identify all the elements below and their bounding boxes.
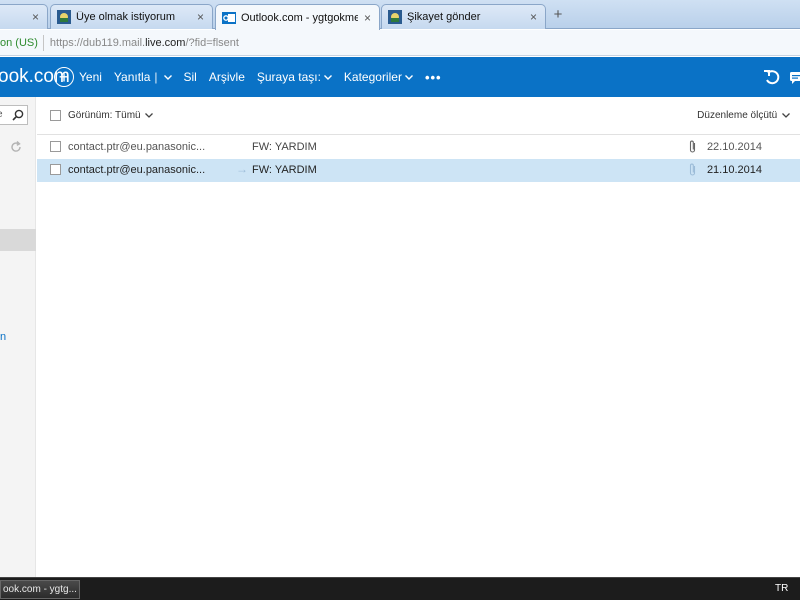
- search-text: e: [0, 109, 3, 120]
- message-date: 21.10.2014: [706, 164, 762, 176]
- move-to-button[interactable]: Şuraya taşı:: [257, 57, 332, 97]
- certificate-label[interactable]: on (US): [0, 37, 38, 49]
- view-filter-label: Görünüm: Tümü: [68, 110, 141, 121]
- chevron-down-icon: [782, 113, 790, 118]
- search-input[interactable]: e: [0, 105, 28, 125]
- reply-label: Yanıtla: [113, 70, 151, 84]
- search-icon[interactable]: [12, 109, 24, 121]
- tab-title: Üye olmak istiyorum: [76, 11, 176, 23]
- attachment-icon: [689, 140, 696, 153]
- sort-label: Düzenleme ölçütü: [697, 110, 778, 121]
- undo-icon[interactable]: [762, 67, 782, 87]
- header-right-tools: [762, 57, 800, 97]
- outlook-command-bar: ook.com + Yeni Yanıtla | Sil Arşivle Şur…: [0, 57, 800, 97]
- reply-separator: |: [154, 70, 158, 84]
- tab-title: Outlook.com - ygtgokmen...: [241, 11, 358, 24]
- site-favicon-icon: [57, 10, 71, 24]
- delete-button[interactable]: Sil: [184, 57, 197, 97]
- chevron-down-icon: [323, 74, 332, 80]
- categories-label: Kategoriler: [343, 70, 402, 84]
- outlook-favicon-icon: [222, 11, 236, 24]
- reply-button[interactable]: Yanıtla |: [114, 57, 172, 97]
- table-row[interactable]: contact.ptr@eu.panasonic... → FW: YARDIM…: [37, 159, 800, 182]
- address-divider: [42, 34, 44, 51]
- tab-outlook[interactable]: Outlook.com - ygtgokmen... ×: [215, 4, 380, 30]
- message-sender: contact.ptr@eu.panasonic...: [68, 164, 206, 176]
- forward-arrow-icon: →: [236, 162, 248, 176]
- chevron-down-icon[interactable]: [163, 74, 172, 80]
- sort-dropdown[interactable]: Düzenleme ölçütü: [697, 110, 790, 121]
- tab-close-icon[interactable]: ×: [530, 10, 537, 24]
- message-subject: FW: YARDIM: [252, 141, 317, 153]
- url-domain: live.com: [145, 36, 186, 49]
- tab-close-icon[interactable]: ×: [32, 10, 39, 24]
- browser-tab-strip: × Üye olmak istiyorum × Outlook.com - yg…: [0, 0, 800, 30]
- message-date: 22.10.2014: [706, 141, 762, 153]
- archive-button[interactable]: Arşivle: [209, 57, 245, 97]
- tab-uye-olmak[interactable]: Üye olmak istiyorum ×: [50, 4, 213, 29]
- tab-previous[interactable]: ×: [0, 4, 48, 29]
- address-bar[interactable]: on (US) https://dub119.mail.live.com/?fi…: [0, 30, 800, 56]
- messaging-icon[interactable]: [788, 67, 800, 87]
- view-filter-dropdown[interactable]: Görünüm: Tümü: [68, 110, 154, 121]
- table-row[interactable]: contact.ptr@eu.panasonic... FW: YARDIM 2…: [37, 136, 800, 159]
- tab-close-icon[interactable]: ×: [197, 10, 204, 24]
- os-taskbar: ook.com - ygtg... TR: [0, 577, 800, 600]
- message-sender: contact.ptr@eu.panasonic...: [68, 141, 206, 153]
- message-subject: FW: YARDIM: [252, 164, 317, 176]
- more-commands-button[interactable]: •••: [425, 57, 442, 97]
- new-label: Yeni: [79, 70, 102, 84]
- message-list: Görünüm: Tümü Düzenleme ölçütü contact.p…: [37, 97, 800, 577]
- new-button[interactable]: + Yeni: [54, 57, 102, 97]
- chevron-down-icon: [404, 74, 413, 80]
- folder-item-selected[interactable]: [0, 229, 36, 251]
- url-prefix: https://dub119.mail.: [49, 36, 146, 49]
- row-checkbox[interactable]: [50, 141, 61, 152]
- folder-link[interactable]: n: [0, 331, 6, 343]
- taskbar-window-button[interactable]: ook.com - ygtg...: [0, 580, 80, 599]
- chevron-down-icon: [145, 113, 154, 118]
- url-text[interactable]: https://dub119.mail.live.com/?fid=flsent: [50, 37, 239, 49]
- language-indicator[interactable]: TR: [775, 583, 788, 594]
- tab-close-icon[interactable]: ×: [364, 11, 371, 25]
- brand-logo[interactable]: ook.com: [0, 66, 70, 88]
- categories-button[interactable]: Kategoriler: [344, 57, 413, 97]
- move-to-label: Şuraya taşı:: [256, 70, 321, 84]
- site-favicon-icon: [388, 10, 402, 24]
- new-tab-button[interactable]: +: [547, 6, 569, 24]
- folder-pane: e n: [0, 97, 36, 577]
- row-checkbox[interactable]: [50, 164, 61, 175]
- url-suffix: /?fid=flsent: [185, 36, 239, 49]
- select-all-checkbox[interactable]: [50, 110, 61, 121]
- tab-title: Şikayet gönder: [407, 11, 481, 23]
- plus-icon: +: [54, 67, 74, 87]
- refresh-icon[interactable]: [10, 141, 22, 153]
- list-header: Görünüm: Tümü Düzenleme ölçütü: [37, 97, 800, 135]
- tab-sikayet[interactable]: Şikayet gönder ×: [381, 4, 546, 29]
- attachment-icon: [689, 163, 696, 176]
